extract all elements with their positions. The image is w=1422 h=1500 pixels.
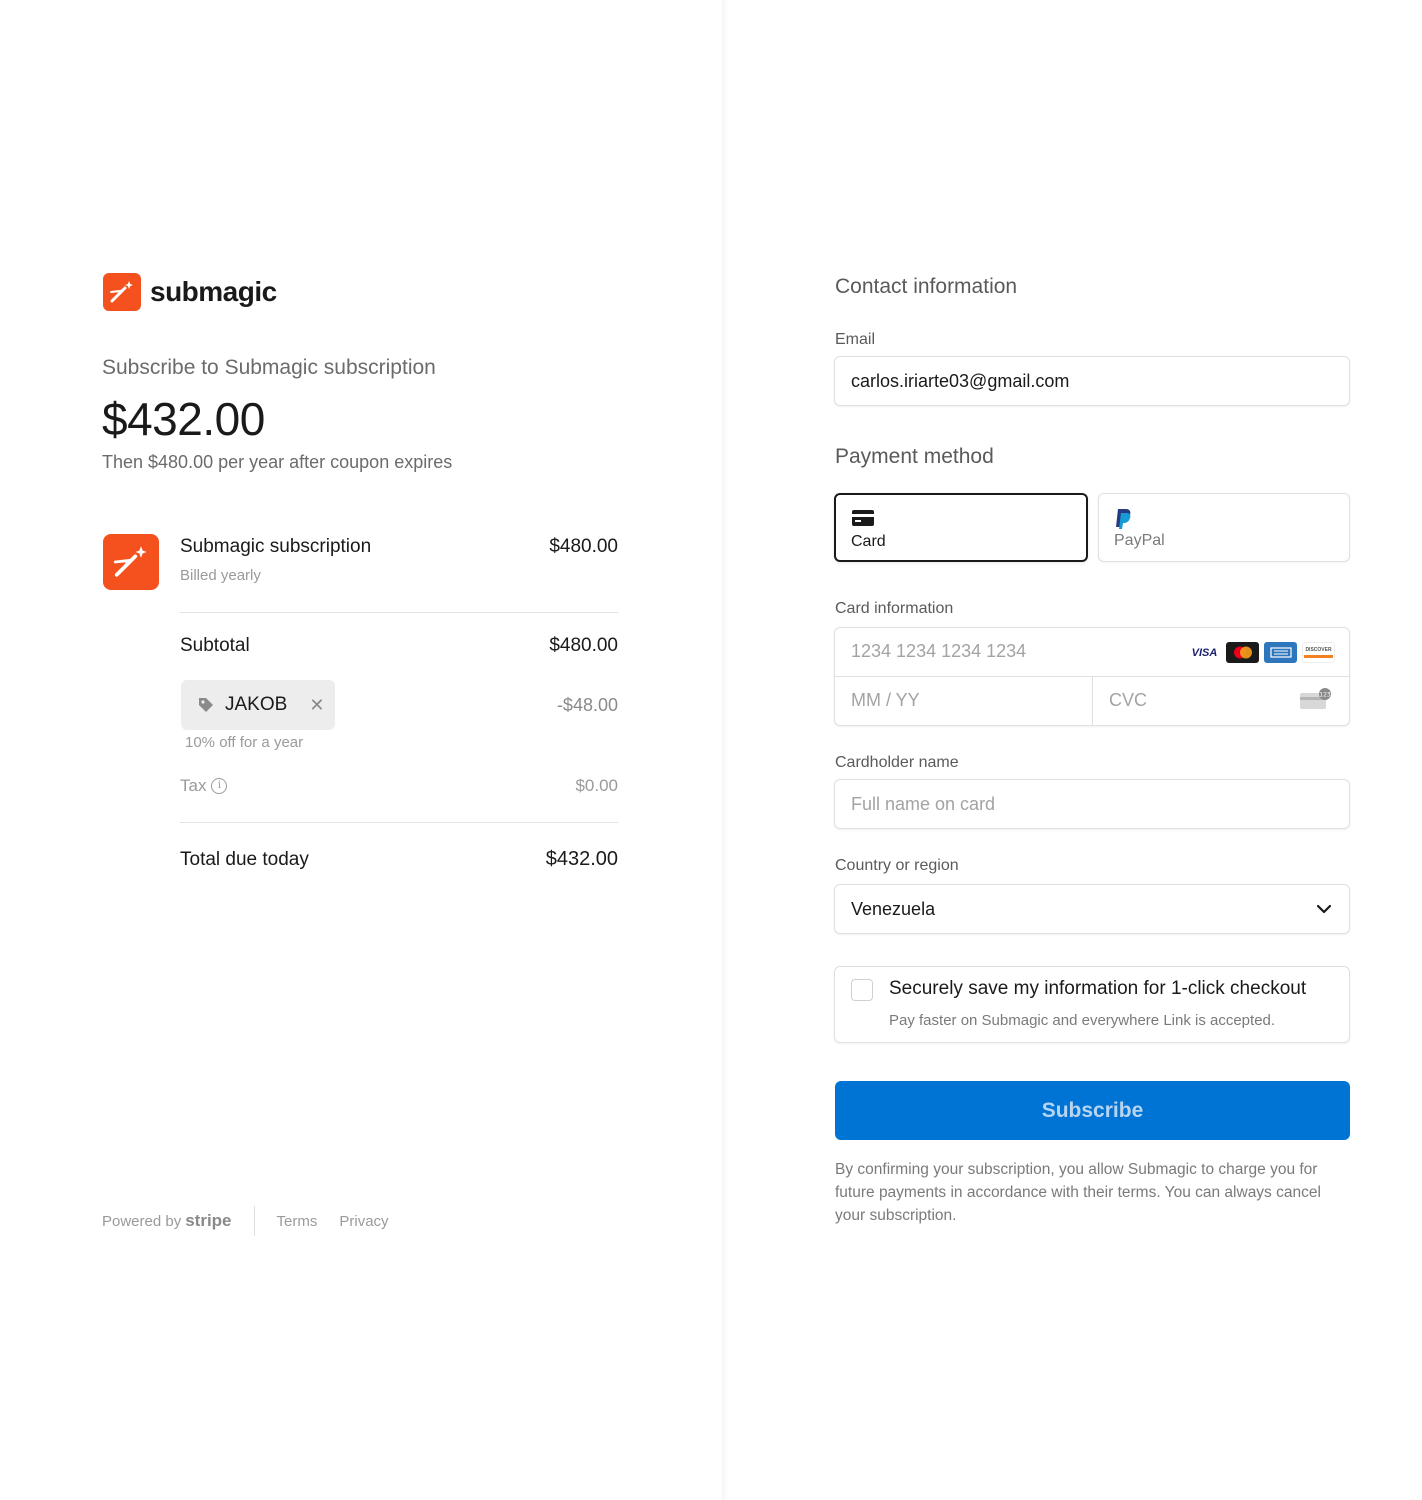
powered-by-label: Powered by: [102, 1212, 182, 1230]
divider: [180, 612, 618, 613]
country-value: Venezuela: [851, 898, 936, 919]
privacy-link[interactable]: Privacy: [339, 1213, 388, 1230]
divider: [180, 822, 618, 823]
subscribe-label: Subscribe to Submagic subscription: [102, 356, 436, 379]
cardholder-name-field[interactable]: Full name on card: [834, 779, 1350, 829]
discover-logo-text: DISCOVER: [1305, 647, 1332, 653]
discount-value: -$48.00: [556, 695, 618, 715]
payment-method-paypal-label: PayPal: [1114, 532, 1165, 549]
subscribe-button[interactable]: Subscribe: [835, 1081, 1350, 1140]
card-expiry-input[interactable]: MM / YY: [835, 677, 1093, 725]
country-label: Country or region: [835, 857, 959, 874]
line-item-billing: Billed yearly: [180, 567, 261, 584]
amount-due: $432.00: [102, 393, 265, 445]
stripe-link[interactable]: stripe: [185, 1211, 231, 1231]
cardholder-placeholder: Full name on card: [851, 793, 996, 814]
info-icon[interactable]: i: [211, 778, 228, 794]
card-cvc-placeholder: CVC: [1109, 690, 1148, 710]
chevron-down-icon: [1315, 899, 1333, 920]
subtotal-label: Subtotal: [180, 635, 250, 656]
product-logo-icon: [103, 534, 159, 590]
email-field[interactable]: carlos.iriarte03@gmail.com: [834, 356, 1350, 406]
total-value: $432.00: [545, 848, 618, 870]
contact-title: Contact information: [835, 275, 1018, 298]
tax-label: Tax: [180, 776, 207, 795]
card-expiry-placeholder: MM / YY: [851, 690, 920, 710]
line-item-name: Submagic subscription: [180, 536, 372, 557]
order-summary-pane: [0, 0, 722, 1500]
amex-logo-icon: [1264, 642, 1297, 663]
cvc-card-icon: 123: [1299, 687, 1333, 716]
coupon-code: JAKOB: [225, 694, 288, 715]
card-cvc-input[interactable]: CVC 123: [1093, 677, 1349, 725]
save-info-title: Securely save my information for 1-click…: [889, 978, 1307, 999]
total-label: Total due today: [180, 849, 309, 870]
payment-method-paypal[interactable]: PayPal: [1098, 493, 1350, 562]
brand-name: submagic: [150, 276, 277, 307]
email-label: Email: [835, 331, 876, 348]
coupon-chip: JAKOB ✕: [181, 680, 335, 730]
save-info-subtitle: Pay faster on Submagic and everywhere Li…: [889, 1012, 1276, 1029]
legal-text: By confirming your subscription, you all…: [835, 1161, 1321, 1224]
save-info-checkbox[interactable]: [851, 979, 873, 1001]
cardholder-label: Cardholder name: [835, 754, 959, 771]
country-select[interactable]: Venezuela: [834, 884, 1350, 934]
subtotal-value: $480.00: [549, 635, 618, 656]
payment-method-card[interactable]: Card: [834, 493, 1088, 562]
tax-value: $0.00: [575, 776, 618, 795]
credit-card-icon: [851, 509, 875, 532]
coupon-description: 10% off for a year: [185, 734, 304, 751]
line-item-price: $480.00: [549, 536, 618, 557]
paypal-icon: [1114, 508, 1134, 535]
payment-method-card-label: Card: [851, 533, 886, 550]
card-information-group: 1234 1234 1234 1234 VISA DISCOVER MM / Y…: [834, 627, 1350, 726]
payment-method-title: Payment method: [835, 445, 994, 468]
magic-wand-icon: [103, 273, 141, 311]
card-number-input[interactable]: 1234 1234 1234 1234 VISA DISCOVER: [835, 628, 1349, 677]
renewal-note: Then $480.00 per year after coupon expir…: [102, 452, 453, 472]
payment-form-pane: [728, 0, 1422, 1500]
save-info-panel: Securely save my information for 1-click…: [834, 966, 1350, 1043]
card-brands: VISA DISCOVER: [1188, 642, 1335, 663]
discover-logo-icon: DISCOVER: [1302, 642, 1335, 663]
email-value: carlos.iriarte03@gmail.com: [851, 370, 1070, 391]
footer-divider: [253, 1206, 255, 1236]
footer: Powered by stripe Terms Privacy: [102, 1206, 411, 1236]
remove-coupon-close-icon[interactable]: ✕: [309, 695, 324, 716]
tax-row-label: Tax i: [180, 776, 228, 796]
mastercard-logo-icon: [1226, 642, 1259, 663]
terms-link[interactable]: Terms: [277, 1213, 318, 1230]
visa-logo-text: VISA: [1191, 646, 1218, 659]
card-information-label: Card information: [835, 600, 954, 617]
visa-logo-icon: VISA: [1188, 642, 1221, 663]
svg-text:123: 123: [1319, 692, 1331, 699]
tag-icon: [197, 696, 215, 714]
brand-header: submagic: [103, 273, 277, 311]
card-number-placeholder: 1234 1234 1234 1234: [851, 641, 1027, 661]
